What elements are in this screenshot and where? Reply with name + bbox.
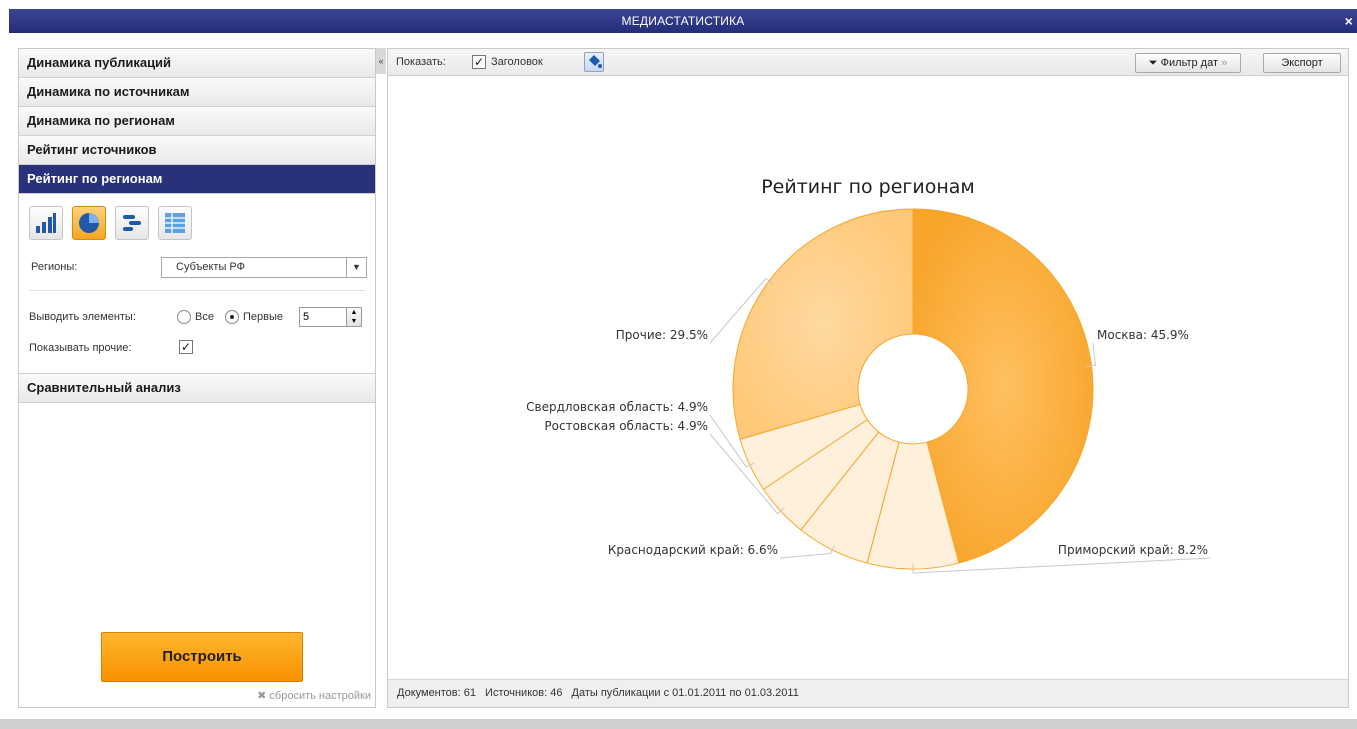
data-label-5: Прочие: 29.5% [616,328,708,342]
horizontal-bar-icon[interactable] [115,206,149,240]
radio-first[interactable] [225,310,239,324]
bottom-bar [0,719,1357,729]
count-stepper[interactable]: ▲ ▼ [346,307,362,327]
bar-chart-icon[interactable] [29,206,63,240]
data-label-2: Краснодарский край: 6.6% [608,543,778,557]
radio-all[interactable] [177,310,191,324]
filter-icon: ⏷ [1148,57,1158,69]
sidebar-item-region-rating[interactable]: Рейтинг по регионам [19,165,375,194]
chart-type-selector [29,206,192,240]
publication-dates: Даты публикации с 01.01.2011 по 01.03.20… [571,687,799,699]
chart-title: Рейтинг по регионам [761,176,975,198]
output-elements-label: Выводить элементы: [29,311,136,323]
data-label-3: Ростовская область: 4.9% [544,419,708,433]
date-filter-button[interactable]: ⏷ Фильтр дат » [1135,53,1241,73]
date-filter-label: Фильтр дат [1160,57,1219,69]
close-icon[interactable]: × [1345,9,1353,33]
chevron-down-icon: » [1221,57,1228,69]
reset-settings-link[interactable]: ✖ сбросить настройки [257,689,371,702]
collapse-panel-handle[interactable]: « [376,48,386,74]
regions-select[interactable]: Субъекты РФ ▼ [161,257,367,278]
header-label: Заголовок [491,56,543,68]
region-rating-settings: Регионы: Субъекты РФ ▼ Выводить элементы… [19,194,375,374]
export-button[interactable]: Экспорт [1263,53,1341,73]
data-label-0: Москва: 45.9% [1097,328,1189,342]
window-title: МЕДИАСТАТИСТИКА [621,14,745,28]
sources-count: Источников: 46 [485,687,563,699]
chart-toolbar: Показать: ✓ Заголовок ⏷ Фильтр дат » Экс… [388,49,1348,76]
data-label-4: Свердловская область: 4.9% [526,400,708,414]
reset-settings-label: сбросить настройки [269,690,371,702]
status-bar: Документов: 61 Источников: 46 Даты публи… [388,679,1348,707]
pie-slice-5[interactable] [732,208,914,440]
build-button[interactable]: Построить [101,632,303,682]
documents-count: Документов: 61 [397,687,476,699]
divider [29,290,365,291]
radio-all-label: Все [195,311,214,323]
first-count-input[interactable]: 5 [299,307,347,327]
data-label-1: Приморский край: 8.2% [1058,543,1208,557]
chevron-down-icon[interactable]: ▼ [346,258,366,277]
chart-panel: Показать: ✓ Заголовок ⏷ Фильтр дат » Экс… [387,48,1349,708]
sidebar-item-comparative-analysis[interactable]: Сравнительный анализ [19,374,375,403]
sidebar-item-region-dynamics[interactable]: Динамика по регионам [19,107,375,136]
sidebar-item-source-dynamics[interactable]: Динамика по источникам [19,78,375,107]
show-label: Показать: [396,56,446,68]
show-others-checkbox[interactable]: ✓ [179,340,193,354]
regions-label: Регионы: [31,261,78,273]
pie-chart-icon[interactable] [72,206,106,240]
header-checkbox[interactable]: ✓ [472,55,486,69]
radio-first-label: Первые [243,311,284,323]
sidebar-item-publication-dynamics[interactable]: Динамика публикаций [19,49,375,78]
window-titlebar: МЕДИАСТАТИСТИКА × [9,9,1357,33]
table-icon[interactable] [158,206,192,240]
settings-panel: Динамика публикаций Динамика по источник… [18,48,376,708]
sidebar-item-source-rating[interactable]: Рейтинг источников [19,136,375,165]
show-others-label: Показывать прочие: [29,342,132,354]
regions-select-value: Субъекты РФ [176,261,246,273]
pie-chart: Рейтинг по регионам Москва: 45.9% Приморс… [526,176,1211,574]
paint-bucket-icon[interactable] [584,52,604,72]
chart-area: Рейтинг по регионам Москва: 45.9% Приморс… [388,77,1348,680]
close-icon: ✖ [257,690,270,702]
